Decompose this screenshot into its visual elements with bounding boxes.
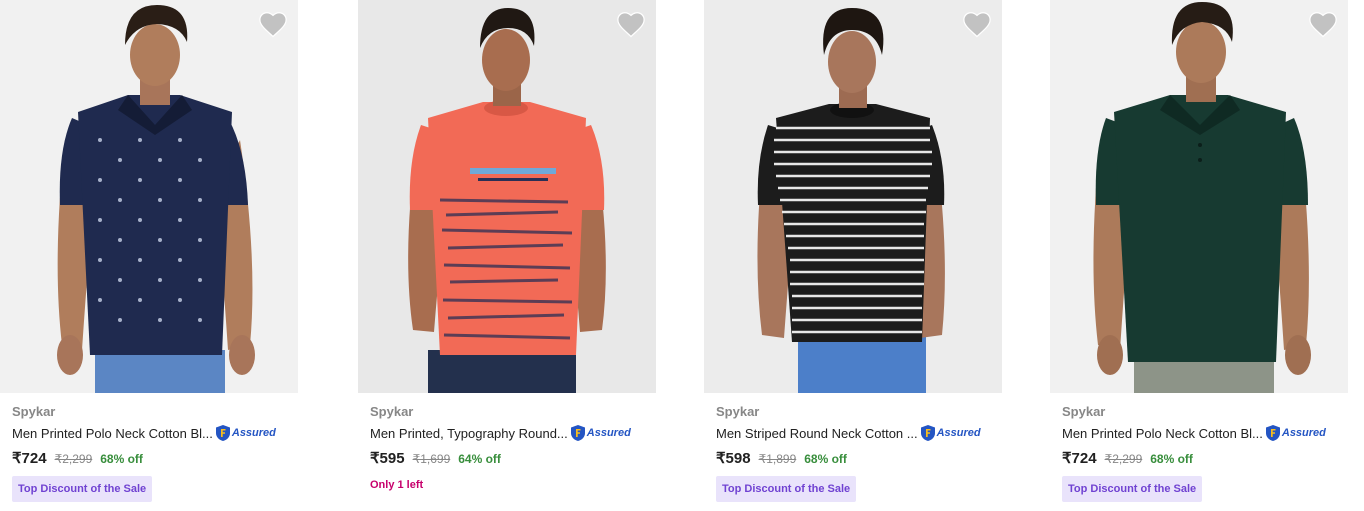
product-brand: Spykar [1062,404,1106,419]
product-grid: Spykar Men Printed Polo Neck Cotton Bl..… [0,0,1364,511]
offer-tag: Top Discount of the Sale [716,476,857,502]
assured-shield-icon [570,425,585,441]
price-row: ₹595 ₹1,699 64% off [370,449,501,467]
product-image[interactable] [0,0,298,393]
original-price: ₹1,699 [412,452,451,466]
stock-status: Only 1 left [370,479,424,491]
product-card[interactable]: Spykar Men Striped Round Neck Cotton ...… [704,0,1002,511]
product-photo [358,0,656,393]
selling-price: ₹724 [12,450,47,467]
product-card[interactable]: Spykar Men Printed, Typography Round... … [358,0,656,511]
product-title[interactable]: Men Printed Polo Neck Cotton Bl... [1062,426,1263,441]
product-image[interactable] [1050,0,1348,393]
selling-price: ₹724 [1062,450,1097,467]
original-price: ₹1,899 [758,452,797,466]
selling-price: ₹595 [370,450,405,467]
assured-shield-icon [1265,425,1280,441]
product-title[interactable]: Men Printed, Typography Round... [370,426,568,441]
discount-percent: 68% off [100,452,143,466]
assured-label: Assured [231,427,276,439]
product-brand: Spykar [370,404,414,419]
product-brand: Spykar [716,404,760,419]
product-title-row: Men Printed, Typography Round... Assured [370,424,631,442]
product-image[interactable] [704,0,1002,393]
assured-badge: Assured [1265,424,1326,442]
product-photo [1050,0,1348,393]
discount-percent: 64% off [458,452,501,466]
assured-badge: Assured [920,424,981,442]
wishlist-heart-icon[interactable] [616,10,646,38]
assured-shield-icon [215,425,230,441]
assured-label: Assured [586,427,631,439]
product-title-row: Men Striped Round Neck Cotton ... Assure… [716,424,981,442]
product-image[interactable] [358,0,656,393]
wishlist-heart-icon[interactable] [258,10,288,38]
assured-label: Assured [936,427,981,439]
assured-badge: Assured [570,424,631,442]
product-brand: Spykar [12,404,56,419]
selling-price: ₹598 [716,450,751,467]
product-title-row: Men Printed Polo Neck Cotton Bl... Assur… [12,424,276,442]
price-row: ₹598 ₹1,899 68% off [716,449,847,467]
product-card[interactable]: Spykar Men Printed Polo Neck Cotton Bl..… [1050,0,1348,511]
assured-label: Assured [1281,427,1326,439]
offer-tag: Top Discount of the Sale [12,476,153,502]
product-card[interactable]: Spykar Men Printed Polo Neck Cotton Bl..… [0,0,298,511]
product-photo [0,0,298,393]
original-price: ₹2,299 [1104,452,1143,466]
wishlist-heart-icon[interactable] [1308,10,1338,38]
product-title-row: Men Printed Polo Neck Cotton Bl... Assur… [1062,424,1326,442]
price-row: ₹724 ₹2,299 68% off [12,449,143,467]
offer-tag: Top Discount of the Sale [1062,476,1203,502]
original-price: ₹2,299 [54,452,93,466]
product-title[interactable]: Men Striped Round Neck Cotton ... [716,426,918,441]
product-photo [704,0,1002,393]
discount-percent: 68% off [804,452,847,466]
price-row: ₹724 ₹2,299 68% off [1062,449,1193,467]
wishlist-heart-icon[interactable] [962,10,992,38]
product-title[interactable]: Men Printed Polo Neck Cotton Bl... [12,426,213,441]
assured-shield-icon [920,425,935,441]
assured-badge: Assured [215,424,276,442]
discount-percent: 68% off [1150,452,1193,466]
